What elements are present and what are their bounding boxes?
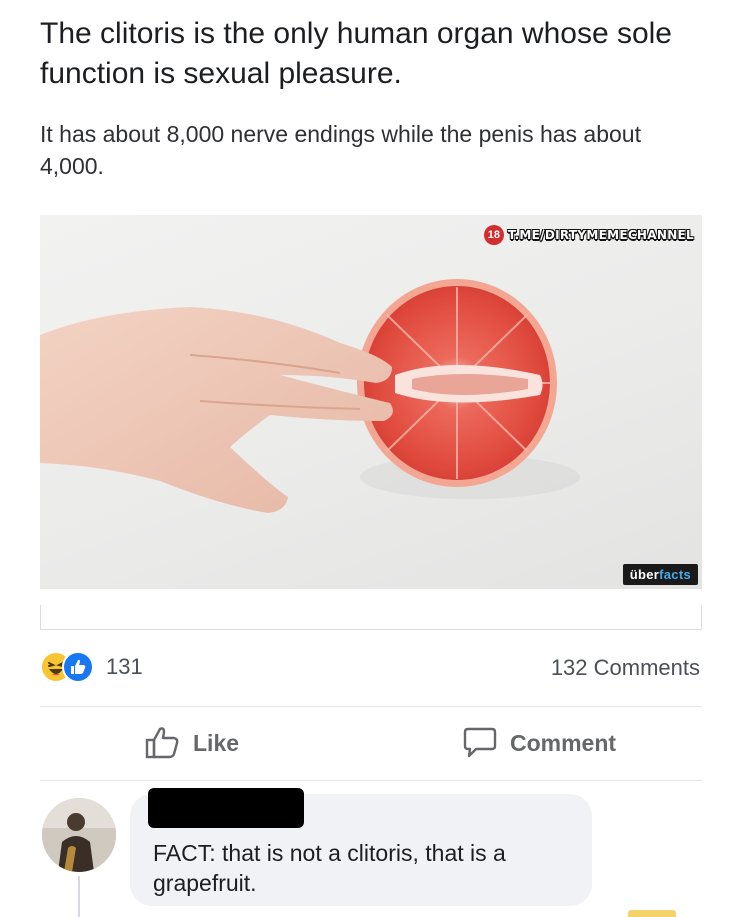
thumbs-up-icon	[62, 651, 94, 683]
post-headline: The clitoris is the only human organ who…	[40, 17, 672, 90]
grapefruit-hand-photo	[40, 279, 580, 513]
divider	[40, 706, 702, 707]
comment-button[interactable]: Comment	[462, 726, 616, 760]
post-subtext: It has about 8,000 nerve endings while t…	[40, 121, 641, 179]
divider	[40, 780, 702, 781]
link-preview-box[interactable]	[40, 605, 702, 630]
watermark: 18 T.ME/DIRTYMEMECHANNEL	[483, 225, 694, 245]
brand-part-1: über	[629, 567, 660, 582]
speech-bubble-icon	[463, 727, 497, 758]
comment-text: FACT: that is not a clitoris, that is a …	[153, 840, 506, 896]
avatar-photo	[42, 798, 116, 872]
reactions-summary[interactable]: 131	[40, 651, 143, 683]
thumbs-up-outline-icon	[145, 727, 179, 759]
reaction-count: 131	[106, 654, 143, 679]
redacted-commenter-name	[148, 788, 304, 828]
decorative-edge	[628, 910, 676, 917]
like-label: Like	[193, 729, 240, 756]
post-card: The clitoris is the only human organ who…	[0, 0, 736, 917]
comments-count-link[interactable]: 132 Comments	[551, 655, 700, 681]
post-image[interactable]: 18 T.ME/DIRTYMEMECHANNEL überfacts	[40, 215, 702, 589]
comment-label: Comment	[510, 729, 617, 756]
like-button[interactable]: Like	[145, 726, 239, 760]
avatar[interactable]	[42, 798, 116, 872]
brand-tag: überfacts	[622, 564, 698, 585]
thread-line	[78, 876, 80, 917]
watermark-text: T.ME/DIRTYMEMECHANNEL	[507, 228, 694, 242]
age-badge-icon: 18	[483, 225, 504, 245]
brand-part-2: facts	[659, 567, 691, 582]
